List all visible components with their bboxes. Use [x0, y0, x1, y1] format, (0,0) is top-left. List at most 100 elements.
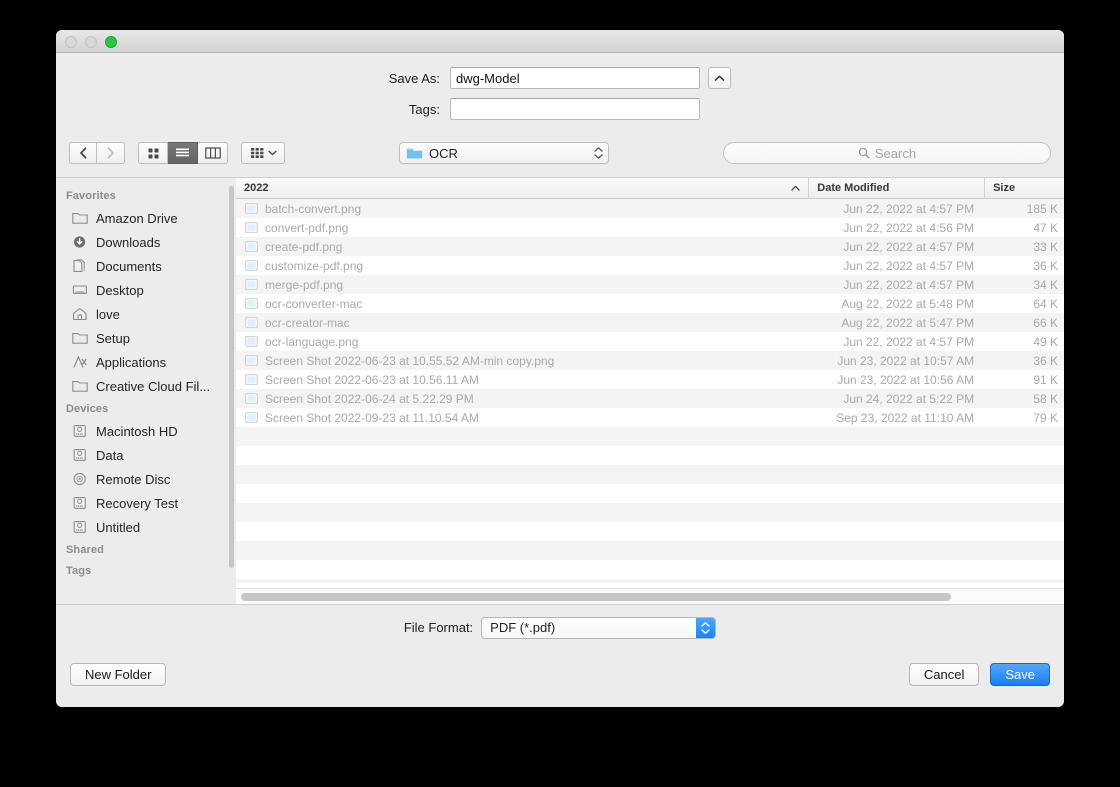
file-name: Screen Shot 2022-09-23 at 11.10.54 AM — [265, 410, 479, 425]
image-file-icon — [245, 317, 258, 328]
sidebar-item-setup[interactable]: Setup — [56, 326, 236, 350]
file-format-popup[interactable]: PDF (*.pdf) — [481, 616, 717, 639]
file-name: convert-pdf.png — [265, 220, 349, 235]
save-button[interactable]: Save — [990, 662, 1050, 686]
file-size-cell: 33 K — [984, 240, 1064, 254]
sidebar-item-desktop[interactable]: Desktop — [56, 278, 236, 302]
sidebar-item-label: Data — [96, 447, 124, 463]
table-row[interactable]: ocr-creator-mac Aug 22, 2022 at 5:47 PM 66… — [236, 313, 1064, 332]
file-date: Jun 22, 2022 at 4:57 PM — [843, 201, 975, 216]
column-header-date[interactable]: Date Modified — [808, 178, 984, 198]
file-size: 33 K — [1033, 239, 1058, 254]
sidebar-item-love[interactable]: love — [56, 302, 236, 326]
file-name: ocr-converter-mac — [265, 296, 363, 311]
sidebar-item-amazon-drive[interactable]: Amazon Drive — [56, 206, 236, 230]
file-size: 185 K — [1026, 201, 1058, 216]
sidebar-item-macintosh-hd[interactable]: Macintosh HD — [56, 419, 236, 443]
file-date: Sep 23, 2022 at 11:10 AM — [836, 410, 975, 425]
column-header-size[interactable]: Size — [984, 178, 1064, 198]
file-date-cell: Jun 22, 2022 at 4:56 PM — [808, 221, 984, 235]
table-row[interactable]: customize-pdf.png Jun 22, 2022 at 4:57 PM… — [236, 256, 1064, 275]
disc-icon — [73, 472, 86, 486]
sidebar-item-creative-cloud-fil[interactable]: Creative Cloud Fil... — [56, 374, 236, 398]
column-header-name[interactable]: 2022 — [236, 178, 808, 198]
table-row[interactable]: Screen Shot 2022-06-23 at 10.56.11 AM Jun… — [236, 370, 1064, 389]
file-name: ocr-language.png — [265, 334, 359, 349]
table-row[interactable]: Screen Shot 2022-06-24 at 5.22.29 PM Jun … — [236, 389, 1064, 408]
new-folder-button[interactable]: New Folder — [70, 662, 167, 686]
file-date: Aug 22, 2022 at 5:48 PM — [841, 296, 975, 311]
table-row[interactable]: convert-pdf.png Jun 22, 2022 at 4:56 PM 47… — [236, 218, 1064, 237]
horizontal-scrollbar-thumb[interactable] — [241, 593, 951, 601]
back-button[interactable] — [69, 142, 97, 164]
sidebar-section-header: Shared — [66, 544, 104, 556]
table-row-empty — [236, 465, 1064, 484]
forward-button[interactable] — [97, 142, 125, 164]
column-header-date-label: Date Modified — [817, 182, 890, 194]
table-row[interactable]: Screen Shot 2022-06-23 at 10.55.52 AM-mi… — [236, 351, 1064, 370]
screen: Save As: Tags: — [0, 0, 1120, 787]
table-row-empty — [236, 579, 1064, 583]
sidebar-item-label: Recovery Test — [96, 495, 179, 511]
image-file-icon — [245, 374, 258, 385]
file-name-cell: merge-pdf.png — [236, 278, 808, 292]
icon-view-button[interactable] — [138, 142, 168, 164]
file-date: Jun 23, 2022 at 10:57 AM — [837, 353, 975, 368]
sidebar-item-documents[interactable]: Documents — [56, 254, 236, 278]
file-size-cell: 185 K — [984, 202, 1064, 216]
sidebar-item-downloads[interactable]: Downloads — [56, 230, 236, 254]
file-name-cell: ocr-language.png — [236, 335, 808, 349]
table-row[interactable]: merge-pdf.png Jun 22, 2022 at 4:57 PM 34 K — [236, 275, 1064, 294]
tags-row: Tags: — [56, 98, 1064, 120]
save-as-input[interactable] — [450, 67, 700, 89]
file-size-cell: 36 K — [984, 354, 1064, 368]
file-size: 64 K — [1033, 296, 1058, 311]
file-date-cell: Jun 23, 2022 at 10:56 AM — [808, 373, 984, 387]
table-row[interactable]: ocr-converter-mac Aug 22, 2022 at 5:48 PM… — [236, 294, 1064, 313]
table-row[interactable]: ocr-language.png Jun 22, 2022 at 4:57 PM 4… — [236, 332, 1064, 351]
sidebar-item-recovery-test[interactable]: Recovery Test — [56, 491, 236, 515]
file-date: Jun 22, 2022 at 4:57 PM — [843, 334, 975, 349]
file-size-cell: 49 K — [984, 335, 1064, 349]
file-date-cell: Jun 24, 2022 at 5:22 PM — [808, 392, 984, 406]
image-file-icon — [245, 393, 258, 404]
table-row[interactable]: Screen Shot 2022-09-23 at 11.10.54 AM Sep… — [236, 408, 1064, 427]
file-name: customize-pdf.png — [265, 258, 364, 273]
tags-input[interactable] — [450, 98, 700, 120]
expand-browser-button[interactable] — [708, 67, 731, 89]
table-row[interactable]: create-pdf.png Jun 22, 2022 at 4:57 PM 33 … — [236, 237, 1064, 256]
zoom-button[interactable] — [105, 36, 117, 48]
sidebar-item-untitled[interactable]: Untitled — [56, 515, 236, 539]
search-input[interactable]: Search — [723, 142, 1051, 164]
file-list-rows: batch-convert.png Jun 22, 2022 at 4:57 PM… — [236, 199, 1064, 583]
file-date-cell: Jun 22, 2022 at 4:57 PM — [808, 335, 984, 349]
arrange-by-button[interactable] — [241, 142, 285, 164]
save-dialog-window: Save As: Tags: — [56, 30, 1064, 707]
file-list: 2022 Date Modified Size batch-convert.pn… — [236, 178, 1064, 604]
table-row[interactable]: batch-convert.png Jun 22, 2022 at 4:57 PM… — [236, 199, 1064, 218]
file-date-cell: Sep 23, 2022 at 11:10 AM — [808, 411, 984, 425]
sidebar-section-header: Tags — [66, 565, 92, 577]
folder-icon — [72, 333, 88, 344]
sidebar-item-data[interactable]: Data — [56, 443, 236, 467]
icon-view-icon — [148, 148, 158, 158]
cancel-button[interactable]: Cancel — [908, 662, 980, 686]
sidebar-item-label: Macintosh HD — [96, 423, 178, 439]
list-view-icon — [176, 148, 189, 157]
column-view-button[interactable] — [198, 142, 228, 164]
horizontal-scrollbar[interactable] — [236, 588, 1064, 604]
minimize-button[interactable] — [85, 36, 97, 48]
sidebar-scrollbar[interactable] — [229, 186, 234, 568]
close-button[interactable] — [65, 36, 77, 48]
location-name: OCR — [429, 145, 458, 161]
traffic-lights — [65, 36, 117, 48]
file-date-cell: Jun 22, 2022 at 4:57 PM — [808, 259, 984, 273]
table-row-empty — [236, 484, 1064, 503]
location-popup-button[interactable]: OCR — [399, 142, 609, 164]
list-view-button[interactable] — [168, 142, 198, 164]
file-size-cell: 36 K — [984, 259, 1064, 273]
file-format-bar: File Format: PDF (*.pdf) — [56, 604, 1064, 650]
sidebar-item-label: Desktop — [96, 282, 144, 298]
sidebar-item-remote-disc[interactable]: Remote Disc — [56, 467, 236, 491]
sidebar-item-applications[interactable]: Applications — [56, 350, 236, 374]
